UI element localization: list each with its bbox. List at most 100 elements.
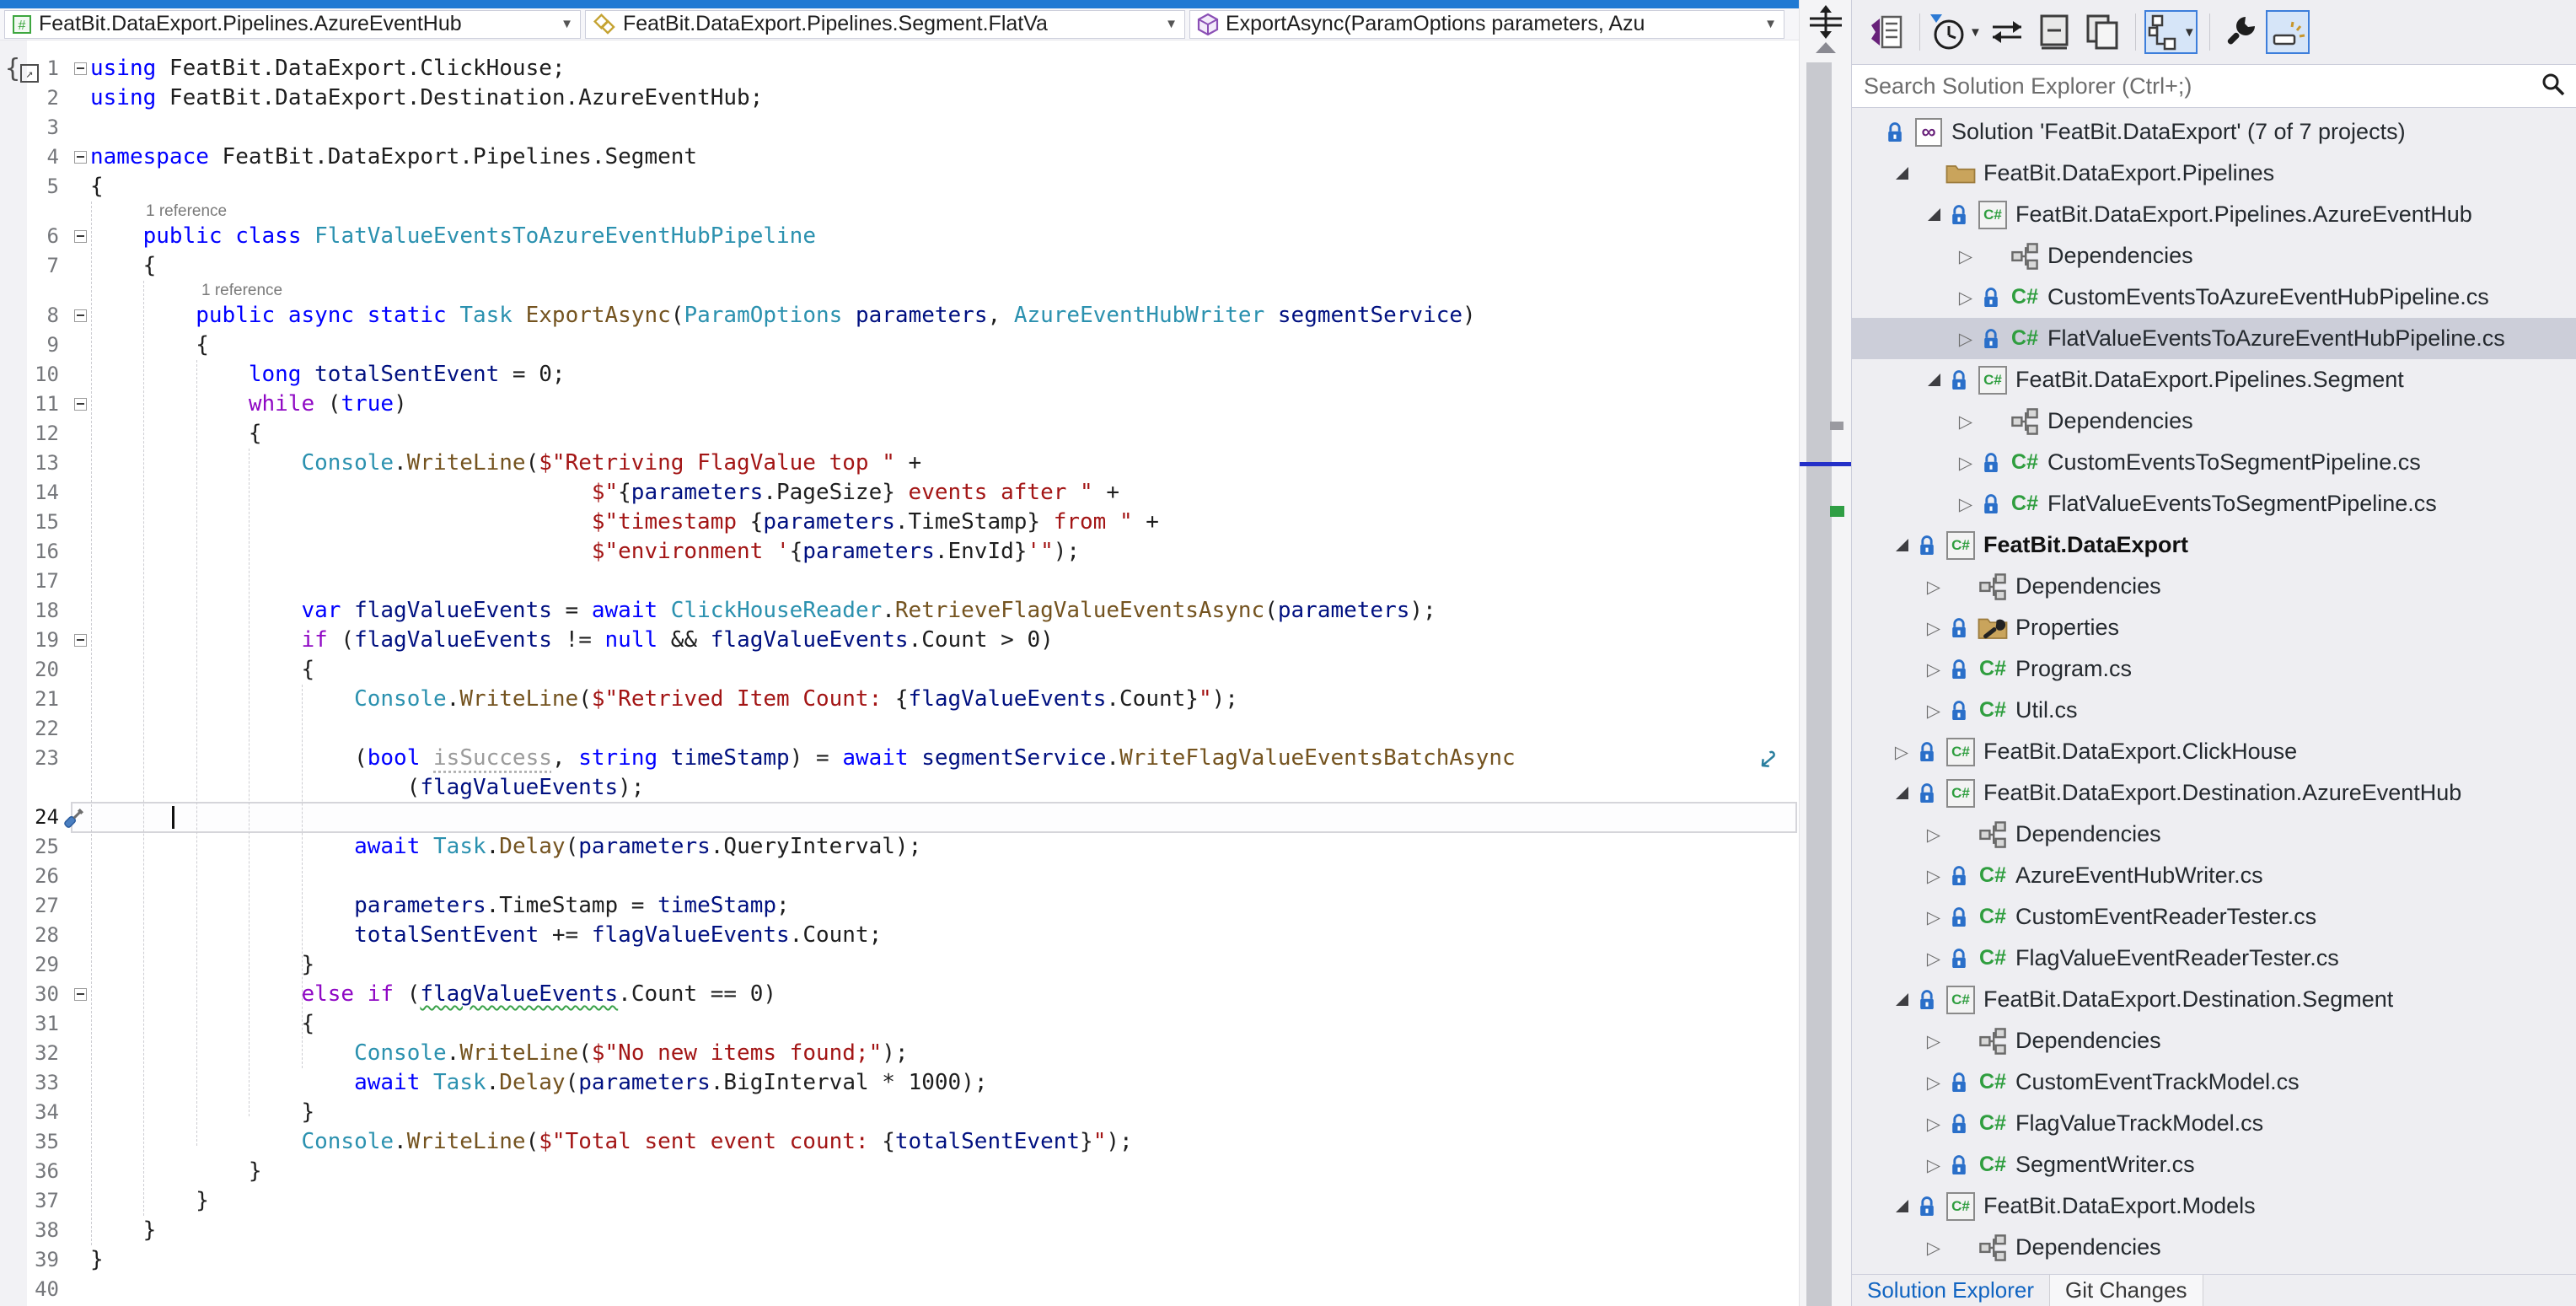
expander-collapsed-icon[interactable]: ▷ (1921, 1072, 1946, 1093)
code-line-17[interactable]: 17 (0, 567, 1799, 596)
expander-collapsed-icon[interactable]: ▷ (1889, 742, 1914, 762)
code-line-36[interactable]: 36 } (0, 1157, 1799, 1186)
code-line-8[interactable]: 8 public async static Task ExportAsync(P… (0, 301, 1799, 331)
quick-actions-screwdriver-icon[interactable] (61, 806, 86, 840)
fold-collapse-icon[interactable] (74, 62, 87, 75)
tree-item-segmentwriter-cs[interactable]: ▷C#SegmentWriter.cs (1852, 1144, 2576, 1185)
expander-expanded-icon[interactable] (1889, 1200, 1914, 1212)
navbar-member-dropdown[interactable]: ExportAsync(ParamOptions parameters, Azu… (1189, 10, 1784, 39)
code-line-15[interactable]: 15 $"timestamp {parameters.TimeStamp} fr… (0, 508, 1799, 537)
editor-split-handle-icon[interactable] (1806, 5, 1845, 43)
code-line-28[interactable]: 28 totalSentEvent += flagValueEvents.Cou… (0, 921, 1799, 950)
code-line-18[interactable]: 18 var flagValueEvents = await ClickHous… (0, 596, 1799, 626)
code-line-27[interactable]: 27 parameters.TimeStamp = timeStamp; (0, 891, 1799, 921)
expander-collapsed-icon[interactable]: ▷ (1921, 825, 1946, 845)
code-line-4[interactable]: 4namespace FeatBit.DataExport.Pipelines.… (0, 142, 1799, 172)
code-line-13[interactable]: 13 Console.WriteLine($"Retriving FlagVal… (0, 449, 1799, 478)
code-line-16[interactable]: 16 $"environment '{parameters.EnvId}'"); (0, 537, 1799, 567)
tree-item-program-cs[interactable]: ▷C#Program.cs (1852, 648, 2576, 690)
scrollbar-thumb[interactable] (1806, 62, 1832, 1306)
code-line-31[interactable]: 31 { (0, 1009, 1799, 1039)
expander-collapsed-icon[interactable]: ▷ (1921, 659, 1946, 680)
code-line-10[interactable]: 10 long totalSentEvent = 0; (0, 360, 1799, 390)
code-line-29[interactable]: 29 } (0, 950, 1799, 980)
code-line-9[interactable]: 9 { (0, 331, 1799, 360)
code-line-11[interactable]: 11 while (true) (0, 390, 1799, 419)
code-line-20[interactable]: 20 { (0, 655, 1799, 685)
expander-expanded-icon[interactable] (1921, 208, 1946, 221)
tree-item-dependencies[interactable]: ▷Dependencies (1852, 400, 2576, 442)
fold-collapse-icon[interactable] (74, 151, 87, 164)
tab-git-changes[interactable]: Git Changes (2049, 1275, 2203, 1306)
code-line-30[interactable]: 30 else if (flagValueEvents.Count == 0) (0, 980, 1799, 1009)
switch-views-icon[interactable] (1864, 10, 1908, 54)
code-line-38[interactable]: 38 } (0, 1216, 1799, 1245)
navbar-project-dropdown[interactable]: # FeatBit.DataExport.Pipelines.AzureEven… (4, 10, 581, 39)
editor-scrollbar[interactable] (1799, 0, 1851, 1306)
tree-item-dependencies[interactable]: ▷Dependencies (1852, 566, 2576, 607)
code-editor[interactable]: {↗ 1using FeatBit.DataExport.ClickHouse;… (0, 40, 1799, 1306)
pending-changes-filter-icon[interactable]: ▼ (1929, 10, 1982, 54)
code-line-35[interactable]: 35 Console.WriteLine($"Total sent event … (0, 1127, 1799, 1157)
tree-item-featbit-dataexport-pipelines-azureeventhub[interactable]: C#FeatBit.DataExport.Pipelines.AzureEven… (1852, 194, 2576, 235)
code-line-3[interactable]: 3 (0, 113, 1799, 142)
code-line-22[interactable]: 22 (0, 714, 1799, 744)
expander-collapsed-icon[interactable]: ▷ (1921, 1155, 1946, 1175)
fold-collapse-icon[interactable] (74, 309, 87, 322)
code-line-19[interactable]: 19 if (flagValueEvents != null && flagVa… (0, 626, 1799, 655)
expander-collapsed-icon[interactable]: ▷ (1953, 453, 1978, 473)
fold-collapse-icon[interactable] (74, 230, 87, 243)
navbar-class-dropdown[interactable]: FeatBit.DataExport.Pipelines.Segment.Fla… (585, 10, 1185, 39)
tree-item-properties[interactable]: ▷Properties (1852, 607, 2576, 648)
code-lens-references[interactable]: 1 reference (0, 281, 1799, 301)
code-line-7[interactable]: 7 { (0, 251, 1799, 281)
code-lens-label[interactable]: 1 reference (146, 202, 227, 222)
code-lens-label[interactable]: 1 reference (201, 281, 282, 301)
code-line-23[interactable]: 23 (bool isSuccess, string timeStamp) = … (0, 744, 1799, 773)
expander-collapsed-icon[interactable]: ▷ (1921, 949, 1946, 969)
collapse-all-icon[interactable] (2032, 10, 2076, 54)
sync-with-active-document-icon[interactable] (1985, 10, 2029, 54)
tree-item-customevent-cs[interactable]: ▷C#CustomEvent.cs (1852, 1268, 2576, 1274)
tree-item-customeventreadertester-cs[interactable]: ▷C#CustomEventReaderTester.cs (1852, 896, 2576, 938)
tree-item-flagvalueeventreadertester-cs[interactable]: ▷C#FlagValueEventReaderTester.cs (1852, 938, 2576, 979)
tree-item-flatvalueeventstosegmentpipeline-cs[interactable]: ▷C#FlatValueEventsToSegmentPipeline.cs (1852, 483, 2576, 524)
hierarchy-view-icon[interactable]: ▼ (2144, 10, 2198, 54)
show-all-files-icon[interactable] (2080, 10, 2123, 54)
tree-item-util-cs[interactable]: ▷C#Util.cs (1852, 690, 2576, 731)
expander-collapsed-icon[interactable]: ▷ (1953, 246, 1978, 266)
expander-collapsed-icon[interactable]: ▷ (1953, 494, 1978, 514)
code-line-33[interactable]: 33 await Task.Delay(parameters.BigInterv… (0, 1068, 1799, 1098)
expander-expanded-icon[interactable] (1889, 993, 1914, 1006)
code-line-25[interactable]: 25 await Task.Delay(parameters.QueryInte… (0, 832, 1799, 862)
tree-item-azureeventhubwriter-cs[interactable]: ▷C#AzureEventHubWriter.cs (1852, 855, 2576, 896)
expander-expanded-icon[interactable] (1889, 787, 1914, 799)
tree-item-dependencies[interactable]: ▷Dependencies (1852, 235, 2576, 277)
expander-collapsed-icon[interactable]: ▷ (1921, 1238, 1946, 1258)
code-line-5[interactable]: 5{ (0, 172, 1799, 202)
expander-collapsed-icon[interactable]: ▷ (1921, 618, 1946, 638)
expander-collapsed-icon[interactable]: ▷ (1921, 866, 1946, 886)
expander-collapsed-icon[interactable]: ▷ (1953, 288, 1978, 308)
code-line-21[interactable]: 21 Console.WriteLine($"Retrived Item Cou… (0, 685, 1799, 714)
expander-expanded-icon[interactable] (1889, 167, 1914, 180)
tree-item-dependencies[interactable]: ▷Dependencies (1852, 814, 2576, 855)
expander-collapsed-icon[interactable]: ▷ (1921, 701, 1946, 721)
tree-item-customeventstosegmentpipeline-cs[interactable]: ▷C#CustomEventsToSegmentPipeline.cs (1852, 442, 2576, 483)
code-line-1[interactable]: 1using FeatBit.DataExport.ClickHouse; (0, 54, 1799, 83)
expander-collapsed-icon[interactable]: ▷ (1921, 1114, 1946, 1134)
search-icon[interactable] (2541, 72, 2566, 101)
tree-item-flagvaluetrackmodel-cs[interactable]: ▷C#FlagValueTrackModel.cs (1852, 1103, 2576, 1144)
expander-collapsed-icon[interactable]: ▷ (1953, 411, 1978, 432)
tree-item-featbit-dataexport[interactable]: C#FeatBit.DataExport (1852, 524, 2576, 566)
tree-item-featbit-dataexport-clickhouse[interactable]: ▷C#FeatBit.DataExport.ClickHouse (1852, 731, 2576, 772)
code-line-32[interactable]: 32 Console.WriteLine($"No new items foun… (0, 1039, 1799, 1068)
code-line-12[interactable]: 12 { (0, 419, 1799, 449)
tree-item-featbit-dataexport-destination-segment[interactable]: C#FeatBit.DataExport.Destination.Segment (1852, 979, 2576, 1020)
code-line-wrap[interactable]: (flagValueEvents); (0, 773, 1799, 803)
fold-collapse-icon[interactable] (74, 634, 87, 647)
expander-collapsed-icon[interactable]: ▷ (1921, 1031, 1946, 1051)
tree-item-featbit-dataexport-pipelines[interactable]: FeatBit.DataExport.Pipelines (1852, 153, 2576, 194)
properties-wrench-icon[interactable] (2219, 10, 2262, 54)
code-line-39[interactable]: 39} (0, 1245, 1799, 1275)
